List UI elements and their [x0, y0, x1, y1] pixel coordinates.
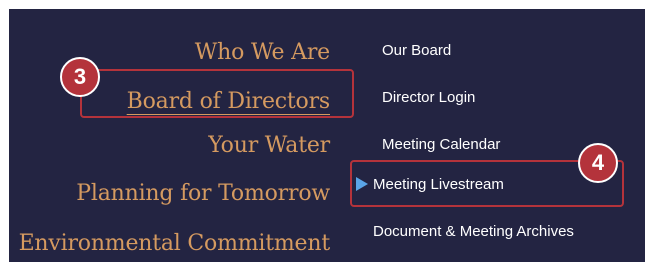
submenu-item-director-login[interactable]: Director Login: [382, 89, 475, 106]
step-badge-4: 4: [578, 143, 618, 183]
nav-item-who-we-are[interactable]: Who We Are: [195, 40, 330, 65]
nav-item-your-water[interactable]: Your Water: [208, 133, 330, 158]
step-badge-3: 3: [60, 57, 100, 97]
submenu-item-meeting-calendar[interactable]: Meeting Calendar: [382, 136, 500, 153]
nav-item-planning-for-tomorrow[interactable]: Planning for Tomorrow: [76, 181, 330, 206]
highlight-box-board-of-directors: [80, 69, 354, 118]
nav-item-environmental-commitment[interactable]: Environmental Commitment: [19, 231, 331, 256]
submenu-item-our-board[interactable]: Our Board: [382, 42, 451, 59]
submenu-item-document-meeting-archives[interactable]: Document & Meeting Archives: [373, 223, 574, 240]
